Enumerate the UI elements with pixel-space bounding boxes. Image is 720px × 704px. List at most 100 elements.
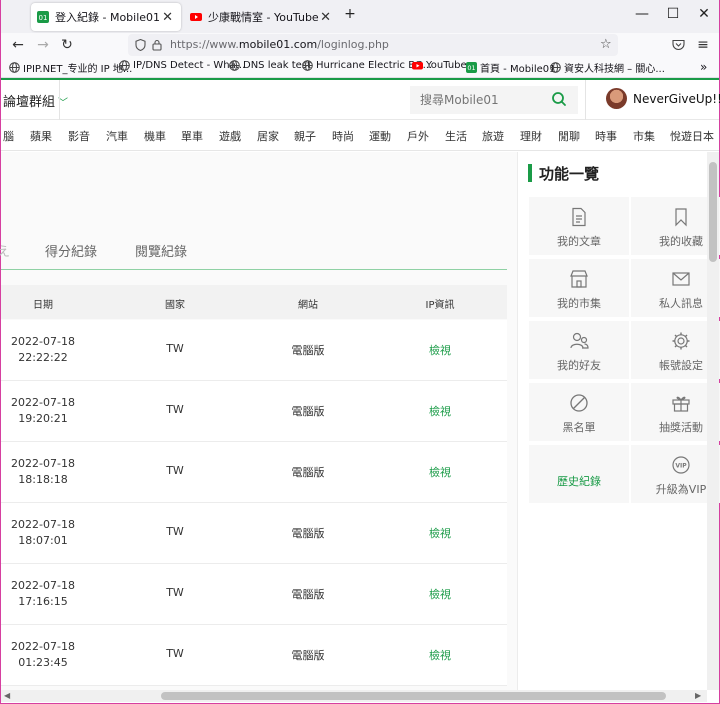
category-item[interactable]: 時尚 (332, 128, 354, 144)
view-ip-link[interactable]: 檢視 (429, 525, 451, 541)
username[interactable]: NeverGiveUp!! (633, 92, 720, 106)
bookmark-dnsleak[interactable]: DNS leak test (229, 60, 311, 71)
bookmark-mobile01[interactable]: 01 首頁 - Mobile01 (466, 60, 556, 75)
tab-youtube[interactable]: 少康戰情室 - YouTube ✕ (184, 3, 339, 31)
globe-icon (229, 60, 240, 71)
bookmark-isecurity[interactable]: 資安人科技網 – 關心... (550, 60, 665, 75)
tab-score-records[interactable]: 得分紀錄 (45, 241, 97, 260)
category-item[interactable]: 市集 (633, 128, 655, 144)
close-tab-icon[interactable]: ✕ (162, 10, 173, 25)
browser-nav-bar: ← → ↻ https://www.mobile01.com/loginlog.… (1, 33, 719, 57)
sidebar-title-accent (528, 164, 532, 182)
table-row: 2022-07-18 22:22:22 TW 電腦版 檢視 (1, 320, 507, 381)
lock-icon[interactable] (152, 39, 162, 51)
reload-icon[interactable]: ↻ (57, 35, 77, 55)
close-tab-icon[interactable]: ✕ (320, 10, 331, 25)
bookmark-ipip[interactable]: IPIP.NET_专业的 IP 地... (9, 60, 132, 75)
svg-text:VIP: VIP (675, 463, 687, 470)
column-header-date: 日期 (33, 300, 53, 311)
column-header-site: 網站 (298, 300, 318, 311)
document-icon (572, 207, 586, 227)
horizontal-scrollbar[interactable]: ◀ ▶ (1, 690, 707, 702)
view-ip-link[interactable]: 檢視 (429, 403, 451, 419)
feature-label: 歷史紀錄 (557, 475, 601, 488)
date-cell: 2022-07-18 01:23:45 (11, 640, 75, 669)
feature-history[interactable]: 歷史紀錄 (529, 445, 629, 503)
minimize-icon[interactable]: — (632, 6, 652, 22)
back-arrow-icon[interactable]: ← (8, 35, 28, 55)
date-cell: 2022-07-18 17:16:15 (11, 579, 75, 608)
scroll-right-icon[interactable]: ▶ (695, 691, 701, 700)
category-item[interactable]: 理財 (520, 128, 542, 144)
view-ip-link[interactable]: 檢視 (429, 647, 451, 663)
feature-blacklist[interactable]: 黑名單 (529, 383, 629, 441)
store-icon (570, 270, 588, 288)
country-cell: TW (166, 403, 184, 416)
tab-title: 登入紀錄 - Mobile01 (55, 11, 161, 24)
bookmark-ipdns[interactable]: IP/DNS Detect - Wha... (119, 60, 245, 71)
tab-title: 少康戰情室 - YouTube (208, 11, 319, 24)
category-item[interactable]: 旅遊 (482, 128, 504, 144)
category-item[interactable]: 汽車 (106, 128, 128, 144)
bookmarks-bar: IPIP.NET_专业的 IP 地... IP/DNS Detect - Wha… (1, 57, 719, 78)
forward-arrow-icon[interactable]: → (33, 35, 53, 55)
avatar[interactable] (606, 88, 627, 109)
view-ip-link[interactable]: 檢視 (429, 586, 451, 602)
scrollbar-thumb[interactable] (709, 162, 717, 262)
tab-loginlog[interactable]: 01 登入紀錄 - Mobile01 ✕ (31, 3, 181, 31)
feature-my-market[interactable]: 我的市集 (529, 259, 629, 317)
bookmarks-overflow-icon[interactable]: » (700, 60, 707, 74)
date-cell: 2022-07-18 19:20:21 (11, 396, 75, 425)
search-icon[interactable] (551, 91, 567, 107)
category-item[interactable]: 影音 (68, 128, 90, 144)
category-item[interactable]: 親子 (294, 128, 316, 144)
category-item[interactable]: 戶外 (407, 128, 429, 144)
category-item[interactable]: 運動 (369, 128, 391, 144)
category-item[interactable]: 時事 (595, 128, 617, 144)
globe-icon (9, 62, 20, 73)
vip-icon: VIP (672, 456, 690, 474)
url-bar[interactable]: https://www.mobile01.com/loginlog.php ☆ (128, 34, 618, 56)
category-item[interactable]: 居家 (257, 128, 279, 144)
star-icon[interactable]: ☆ (600, 37, 612, 52)
block-icon (570, 394, 588, 412)
shield-icon[interactable] (135, 39, 146, 51)
tab-partial[interactable]: え (0, 241, 10, 260)
category-item[interactable]: 生活 (445, 128, 467, 144)
divider (59, 80, 60, 120)
category-item[interactable]: 悅遊日本 (670, 128, 714, 144)
maximize-icon[interactable]: ☐ (663, 6, 683, 22)
category-item[interactable]: 蘋果 (30, 128, 52, 144)
tab-view-records[interactable]: 閱覽紀錄 (135, 241, 187, 260)
mobile01-favicon-icon: 01 (37, 11, 49, 23)
pocket-icon[interactable] (672, 39, 685, 51)
view-ip-link[interactable]: 檢視 (429, 342, 451, 358)
scroll-left-icon[interactable]: ◀ (4, 691, 10, 700)
gear-icon (672, 332, 690, 350)
category-item[interactable]: 閒聊 (558, 128, 580, 144)
category-item[interactable]: 遊戲 (219, 128, 241, 144)
category-item[interactable]: 機車 (144, 128, 166, 144)
site-header: 論壇群組﹀ NeverGiveUp!! (1, 80, 720, 120)
svg-text:01: 01 (467, 64, 475, 72)
category-nav: 腦 蘋果 影音 汽車 機車 單車 遊戲 居家 親子 時尚 運動 戶外 生活 旅遊… (1, 121, 719, 151)
column-header-country: 國家 (165, 300, 185, 311)
vertical-scrollbar[interactable] (707, 152, 719, 690)
new-tab-button[interactable]: + (340, 6, 360, 22)
table-header: 日期 國家 網站 IP資訊 (1, 285, 507, 319)
category-item[interactable]: 單車 (181, 128, 203, 144)
country-cell: TW (166, 342, 184, 355)
scrollbar-thumb[interactable] (161, 692, 666, 700)
feature-label: 我的文章 (557, 235, 601, 248)
feature-label: 黑名單 (562, 421, 596, 434)
feature-my-friends[interactable]: 我的好友 (529, 321, 629, 379)
column-header-ip: IP資訊 (425, 300, 455, 311)
table-row: 2022-07-18 17:16:15 TW 電腦版 檢視 (1, 564, 507, 625)
bookmark-youtube[interactable]: YouTube (412, 60, 467, 71)
view-ip-link[interactable]: 檢視 (429, 464, 451, 480)
category-item[interactable]: 腦 (3, 128, 14, 144)
close-window-icon[interactable]: ✕ (694, 6, 714, 22)
table-row: 2022-07-18 18:18:18 TW 電腦版 檢視 (1, 442, 507, 503)
menu-icon[interactable]: ≡ (693, 35, 713, 55)
feature-my-articles[interactable]: 我的文章 (529, 197, 629, 255)
